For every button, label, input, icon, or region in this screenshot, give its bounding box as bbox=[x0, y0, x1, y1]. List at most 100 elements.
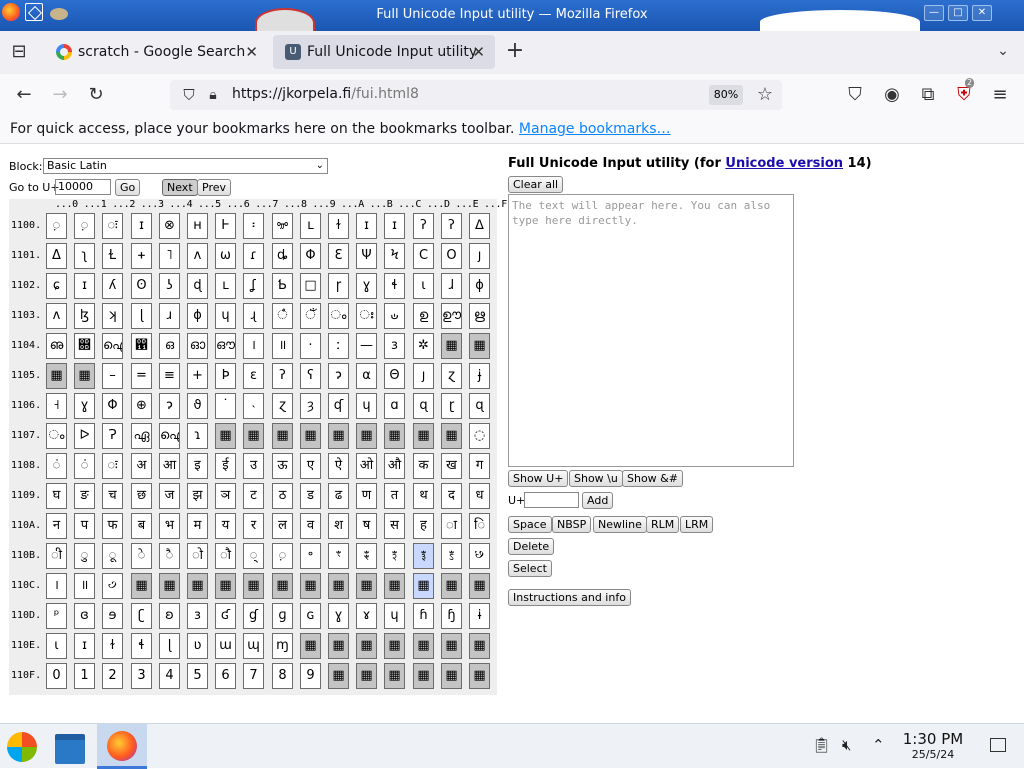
char-cell[interactable]: ं bbox=[46, 453, 67, 479]
char-cell[interactable]: ɽ bbox=[441, 393, 462, 419]
char-cell[interactable]: ब bbox=[131, 513, 152, 539]
char-cell[interactable]: ः bbox=[102, 213, 123, 239]
zoom-level[interactable]: 80% bbox=[709, 85, 743, 105]
char-cell[interactable]: ओ bbox=[356, 453, 377, 479]
char-cell[interactable]: 7 bbox=[243, 663, 264, 689]
char-cell[interactable]: ഑ bbox=[131, 333, 152, 359]
char-cell[interactable]: ं bbox=[74, 453, 95, 479]
char-cell[interactable]: ɥ bbox=[356, 393, 377, 419]
char-cell[interactable]: 2 bbox=[102, 663, 123, 689]
char-cell[interactable]: ष bbox=[356, 513, 377, 539]
char-cell[interactable]: ɉ bbox=[469, 363, 490, 389]
char-cell[interactable]: ▦ bbox=[243, 573, 264, 599]
close-window-button[interactable]: ✕ bbox=[972, 5, 992, 21]
char-cell[interactable]: ▦ bbox=[441, 333, 462, 359]
char-cell[interactable]: Ϟ bbox=[384, 243, 405, 269]
goto-input[interactable]: 10000 bbox=[55, 179, 111, 195]
account-icon[interactable]: ◉ bbox=[879, 82, 905, 108]
char-cell[interactable]: ▦ bbox=[328, 633, 349, 659]
rlm-button[interactable]: RLM bbox=[646, 516, 680, 533]
char-cell[interactable]: ʔ bbox=[441, 213, 462, 239]
show-desktop-icon[interactable] bbox=[990, 738, 1006, 752]
extensions-icon[interactable]: ⧉ bbox=[915, 82, 941, 108]
char-cell[interactable]: ▦ bbox=[469, 633, 490, 659]
char-cell[interactable]: ɦ bbox=[413, 603, 434, 629]
char-cell[interactable]: घ bbox=[46, 483, 67, 509]
codepoint-input[interactable] bbox=[524, 492, 579, 508]
char-cell[interactable]: ഀ bbox=[272, 303, 293, 329]
char-cell[interactable]: ɹ bbox=[159, 303, 180, 329]
char-cell[interactable]: ▦ bbox=[413, 423, 434, 449]
tab-google-search[interactable]: scratch - Google Search ✕ bbox=[44, 35, 268, 69]
char-cell[interactable]: ़ bbox=[46, 213, 67, 239]
char-cell[interactable]: ʌ bbox=[187, 243, 208, 269]
char-cell[interactable]: Ɛ bbox=[328, 243, 349, 269]
char-cell[interactable]: ഓ bbox=[187, 333, 208, 359]
char-cell[interactable]: इ bbox=[187, 453, 208, 479]
clock[interactable]: 1:30 PM 25/5/24 bbox=[890, 731, 976, 763]
char-cell[interactable]: ɖ bbox=[187, 273, 208, 299]
char-cell[interactable]: ꣹ bbox=[102, 573, 123, 599]
char-cell[interactable]: ʟ bbox=[300, 213, 321, 239]
menu-icon[interactable]: ≡ bbox=[987, 82, 1013, 108]
char-cell[interactable]: ▦ bbox=[384, 663, 405, 689]
char-cell[interactable]: औ bbox=[384, 453, 405, 479]
char-cell[interactable]: ꣴ bbox=[356, 543, 377, 569]
back-icon[interactable]: ← bbox=[11, 82, 37, 108]
char-cell[interactable]: ▦ bbox=[469, 333, 490, 359]
show-amp-button[interactable]: Show &# bbox=[622, 470, 683, 487]
char-cell[interactable]: ɩ bbox=[413, 273, 434, 299]
char-cell[interactable]: ▦ bbox=[469, 573, 490, 599]
char-cell[interactable]: ɞ bbox=[74, 603, 95, 629]
char-cell[interactable]: α bbox=[356, 363, 377, 389]
newline-button[interactable]: Newline bbox=[593, 516, 647, 533]
char-cell[interactable]: ʚ bbox=[159, 603, 180, 629]
char-cell[interactable]: ഊ bbox=[441, 303, 462, 329]
char-cell[interactable]: · bbox=[300, 333, 321, 359]
char-cell[interactable]: ɀ bbox=[272, 393, 293, 419]
char-cell[interactable]: ▦ bbox=[356, 573, 377, 599]
char-cell[interactable]: आ bbox=[159, 453, 180, 479]
file-manager-icon[interactable] bbox=[52, 724, 88, 769]
char-cell[interactable]: ी bbox=[46, 543, 67, 569]
char-cell[interactable]: ▦ bbox=[328, 423, 349, 449]
char-cell[interactable]: Ɂ bbox=[102, 423, 123, 449]
char-cell[interactable]: ɬ bbox=[384, 273, 405, 299]
char-cell[interactable]: ् bbox=[243, 543, 264, 569]
char-cell[interactable]: ʘ bbox=[131, 273, 152, 299]
char-cell[interactable]: ʋ bbox=[187, 633, 208, 659]
firefox-taskbar-icon[interactable] bbox=[97, 724, 147, 769]
char-cell[interactable]: य bbox=[215, 513, 236, 539]
char-cell[interactable]: ▦ bbox=[356, 663, 377, 689]
char-cell[interactable]: ई bbox=[215, 453, 236, 479]
char-cell[interactable]: ɑ bbox=[384, 393, 405, 419]
char-cell[interactable]: ɣ bbox=[74, 393, 95, 419]
char-cell[interactable]: ै bbox=[159, 543, 180, 569]
char-cell[interactable]: ▦ bbox=[328, 573, 349, 599]
char-cell[interactable]: = bbox=[131, 363, 152, 389]
char-cell[interactable]: ᚐ bbox=[131, 243, 152, 269]
char-cell[interactable]: □ bbox=[300, 273, 321, 299]
char-cell[interactable]: ʅ bbox=[74, 243, 95, 269]
char-cell[interactable]: Ɫ bbox=[102, 243, 123, 269]
chevron-down-icon[interactable]: ⌄ bbox=[990, 38, 1016, 64]
char-cell[interactable]: 4 bbox=[159, 663, 180, 689]
char-cell[interactable]: ▦ bbox=[441, 423, 462, 449]
char-cell[interactable]: ɮ bbox=[74, 303, 95, 329]
char-cell[interactable]: ɥ bbox=[384, 603, 405, 629]
char-cell[interactable]: ङ bbox=[74, 483, 95, 509]
char-cell[interactable]: ▦ bbox=[441, 633, 462, 659]
char-cell[interactable]: ऐ bbox=[328, 453, 349, 479]
char-cell[interactable]: ʖ bbox=[159, 273, 180, 299]
char-cell[interactable]: ञ bbox=[215, 483, 236, 509]
char-cell[interactable]: ɛ bbox=[243, 363, 264, 389]
char-cell[interactable]: ▦ bbox=[215, 423, 236, 449]
bookmark-star-icon[interactable]: ☆ bbox=[752, 82, 778, 108]
clear-all-button[interactable]: Clear all bbox=[508, 176, 564, 193]
char-cell[interactable]: े bbox=[131, 543, 152, 569]
char-cell[interactable]: । bbox=[46, 573, 67, 599]
char-cell[interactable]: ▦ bbox=[272, 423, 293, 449]
char-cell[interactable]: ु bbox=[74, 543, 95, 569]
char-cell[interactable]: 5 bbox=[187, 663, 208, 689]
char-cell[interactable]: ʆ bbox=[243, 273, 264, 299]
